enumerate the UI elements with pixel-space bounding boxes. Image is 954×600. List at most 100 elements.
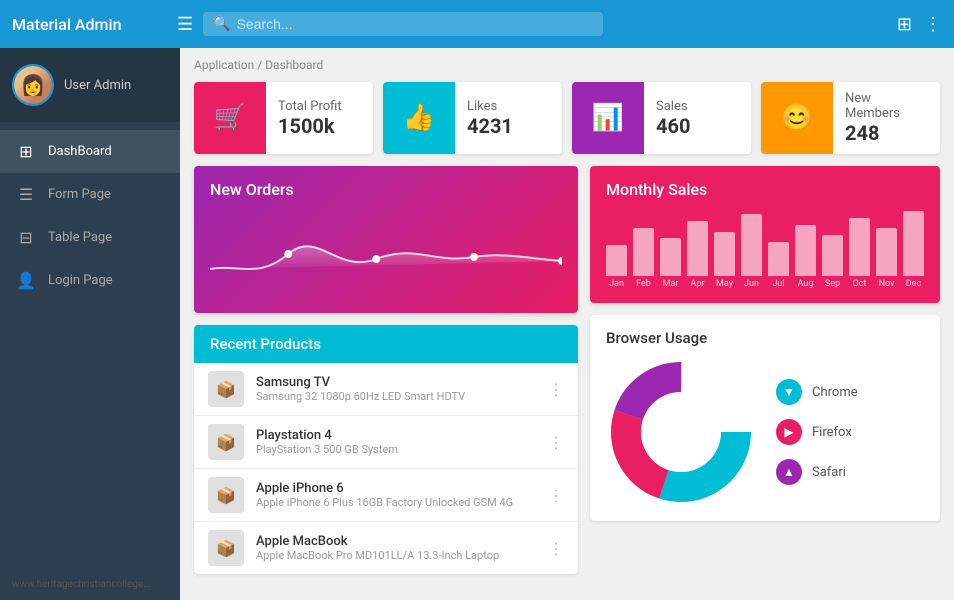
- bar-fill: [795, 225, 816, 276]
- stat-card-likes: 👍 Likes 4231: [383, 82, 562, 154]
- new-orders-title: New Orders: [210, 180, 562, 199]
- browser-legend: ▼ Chrome ▶ Firefox ▲ Safari: [776, 379, 858, 485]
- hamburger-icon[interactable]: ☰: [177, 14, 193, 35]
- new-orders-card: New Orders: [194, 166, 578, 313]
- legend-item: ▲ Safari: [776, 459, 858, 485]
- product-desc: PlayStation 3 500 GB System: [256, 443, 536, 456]
- sidebar-label-form: Form Page: [48, 187, 111, 202]
- sidebar-item-login[interactable]: 👤 Login Page: [0, 259, 180, 302]
- bar-month: Sep: [822, 235, 843, 289]
- sidebar-item-form[interactable]: ☰ Form Page: [0, 173, 180, 216]
- bar-month: Oct: [849, 218, 870, 289]
- breadcrumb: Application / Dashboard: [194, 58, 940, 72]
- app-title: Material Admin: [12, 15, 167, 34]
- main-layout: 👩 User Admin ⊞ DashBoard ☰ Form Page ⊟ T…: [0, 48, 954, 600]
- members-icon: 😊: [761, 82, 833, 154]
- product-name: Samsung TV: [256, 375, 536, 390]
- bar-fill: [822, 235, 843, 276]
- product-name: Apple iPhone 6: [256, 481, 536, 496]
- sidebar-item-dashboard[interactable]: ⊞ DashBoard: [0, 130, 180, 173]
- product-menu-icon[interactable]: ⋮: [548, 539, 564, 558]
- search-bar: 🔍: [203, 12, 603, 36]
- bar-label: Jan: [609, 279, 624, 289]
- recent-products-card: Recent Products 📦 Samsung TV Samsung 32 …: [194, 325, 578, 574]
- bar-month: Apr: [687, 221, 708, 289]
- sidebar-footer: www.heritagechristiancollege...: [0, 569, 180, 600]
- bottom-row: New Orders: [194, 166, 940, 574]
- browser-usage-card: Browser Usage ▼ Chrome ▶ Firefo: [590, 315, 940, 521]
- legend-item: ▶ Firefox: [776, 419, 858, 445]
- dashboard-icon: ⊞: [16, 142, 36, 161]
- bar-label: Aug: [798, 279, 814, 289]
- bar-label: May: [716, 279, 733, 289]
- bar-fill: [606, 245, 627, 276]
- sales-icon: 📊: [572, 82, 644, 154]
- form-icon: ☰: [16, 185, 36, 204]
- bar-label: Dec: [906, 279, 921, 289]
- new-orders-chart: [210, 209, 562, 299]
- sales-label: Sales: [656, 99, 690, 114]
- bar-label: Jun: [744, 279, 759, 289]
- product-info: Apple MacBook Apple MacBook Pro MD101LL/…: [256, 534, 536, 562]
- grid-icon[interactable]: ⊞: [897, 14, 912, 35]
- product-name: Apple MacBook: [256, 534, 536, 549]
- stat-card-sales: 📊 Sales 460: [572, 82, 751, 154]
- product-item: 📦 Apple MacBook Apple MacBook Pro MD101L…: [194, 522, 578, 574]
- bar-fill: [849, 218, 870, 276]
- product-list: 📦 Samsung TV Samsung 32 1080p 60Hz LED S…: [194, 363, 578, 574]
- line-chart-svg: [210, 209, 562, 299]
- product-menu-icon[interactable]: ⋮: [548, 380, 564, 399]
- search-input[interactable]: [237, 16, 594, 32]
- donut-hole: [641, 392, 721, 472]
- product-menu-icon[interactable]: ⋮: [548, 433, 564, 452]
- bar-fill: [714, 232, 735, 276]
- product-info: Apple iPhone 6 Apple iPhone 6 Plus 16GB …: [256, 481, 536, 509]
- sidebar-item-table[interactable]: ⊟ Table Page: [0, 216, 180, 259]
- sidebar-label-table: Table Page: [48, 230, 112, 245]
- product-icon: 📦: [208, 477, 244, 513]
- browser-usage-title: Browser Usage: [606, 329, 924, 347]
- bar-label: Mar: [663, 279, 679, 289]
- donut-chart-svg: [606, 357, 756, 507]
- profit-value: 1500k: [278, 114, 342, 138]
- product-item: 📦 Playstation 4 PlayStation 3 500 GB Sys…: [194, 416, 578, 469]
- stat-card-members: 😊 New Members 248: [761, 82, 940, 154]
- bar-fill: [687, 221, 708, 276]
- login-icon: 👤: [16, 271, 36, 290]
- bar-month: Jun: [741, 214, 762, 289]
- legend-dot: ▶: [776, 419, 802, 445]
- bar-chart: Jan Feb Mar Apr May Jun Jul Aug Sep Oc: [606, 209, 924, 289]
- bar-fill: [876, 228, 897, 276]
- avatar: 👩: [12, 64, 54, 106]
- product-icon: 📦: [208, 371, 244, 407]
- product-info: Samsung TV Samsung 32 1080p 60Hz LED Sma…: [256, 375, 536, 403]
- sales-value: 460: [656, 114, 690, 138]
- legend-label: Chrome: [812, 385, 858, 400]
- legend-dot: ▲: [776, 459, 802, 485]
- stat-card-profit: 🛒 Total Profit 1500k: [194, 82, 373, 154]
- left-column: New Orders: [194, 166, 578, 574]
- browser-content: ▼ Chrome ▶ Firefox ▲ Safari: [606, 357, 924, 507]
- user-name: User Admin: [64, 78, 131, 93]
- likes-info: Likes 4231: [455, 91, 525, 146]
- legend-label: Safari: [812, 465, 846, 480]
- search-icon: 🔍: [213, 16, 230, 32]
- recent-products-title: Recent Products: [210, 335, 562, 353]
- bar-label: Feb: [636, 279, 651, 289]
- product-menu-icon[interactable]: ⋮: [548, 486, 564, 505]
- bar-month: Jan: [606, 245, 627, 289]
- legend-dot: ▼: [776, 379, 802, 405]
- user-profile: 👩 User Admin: [0, 48, 180, 122]
- likes-label: Likes: [467, 99, 513, 114]
- chart-point: [470, 253, 478, 261]
- bar-fill: [903, 211, 924, 276]
- bar-month: Mar: [660, 238, 681, 289]
- more-icon[interactable]: ⋮: [924, 14, 942, 35]
- bar-label: Apr: [691, 279, 705, 289]
- stat-cards: 🛒 Total Profit 1500k 👍 Likes 4231 📊 Sale…: [194, 82, 940, 154]
- product-icon: 📦: [208, 530, 244, 566]
- monthly-sales-title: Monthly Sales: [606, 180, 924, 199]
- nav-right: ⊞ ⋮: [897, 14, 942, 35]
- avatar-image: 👩: [14, 66, 52, 104]
- profit-icon: 🛒: [194, 82, 266, 154]
